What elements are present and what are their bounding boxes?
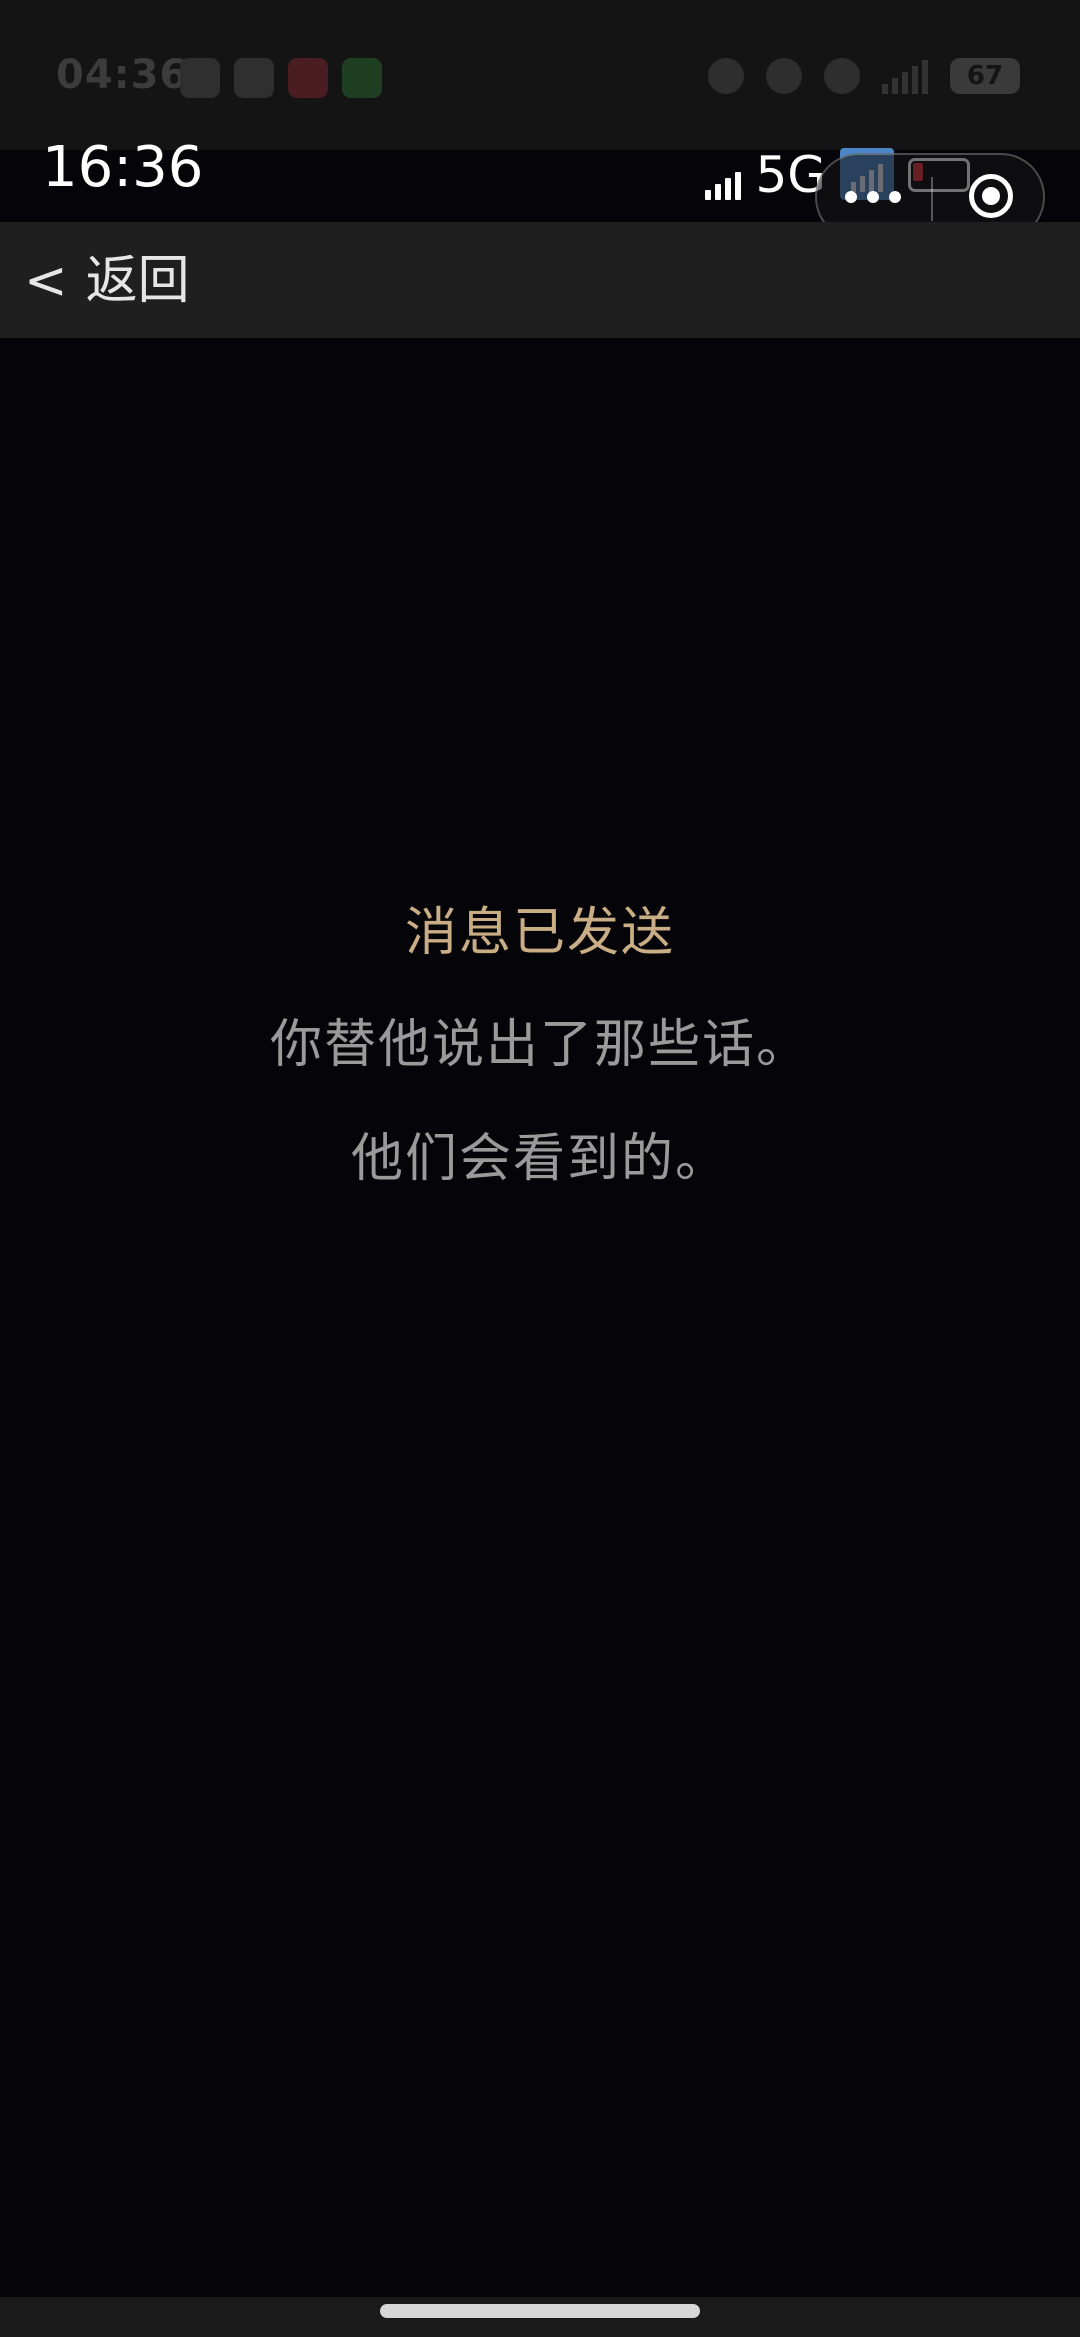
ghost-system-icons: 67 [708, 58, 1020, 94]
xiaohongshu-icon [288, 58, 328, 98]
back-button[interactable]: < 返回 [24, 246, 190, 316]
capsule-divider [931, 177, 933, 221]
alarm-icon [708, 58, 744, 94]
chevron-left-icon: < [24, 251, 68, 311]
ghost-signal-icon [882, 58, 928, 94]
cell-signal-icon [705, 166, 742, 200]
app-notification-icon [342, 58, 382, 98]
status-time: 16:36 [42, 135, 204, 200]
ghost-battery-icon: 67 [950, 58, 1020, 94]
home-indicator[interactable] [380, 2304, 700, 2318]
capsule-close-icon[interactable] [969, 174, 1013, 218]
tiktok-icon [180, 58, 220, 98]
main-content [0, 338, 1080, 2298]
ghost-notification-icons [180, 58, 382, 98]
message-line-2: 他们会看到的。 [350, 1129, 729, 1189]
nav-bar: < 返回 [0, 222, 1080, 338]
ghost-status-time: 04:36 [56, 52, 189, 98]
qq-icon [234, 58, 274, 98]
message-sent-title: 消息已发送 [404, 903, 675, 963]
more-dots-icon[interactable] [845, 191, 901, 203]
back-label: 返回 [85, 251, 190, 311]
message-line-1: 你替他说出了那些话。 [269, 1015, 810, 1075]
location-icon [766, 58, 802, 94]
ghost-status-bar: 04:36 67 [0, 0, 1080, 150]
mute-icon [824, 58, 860, 94]
